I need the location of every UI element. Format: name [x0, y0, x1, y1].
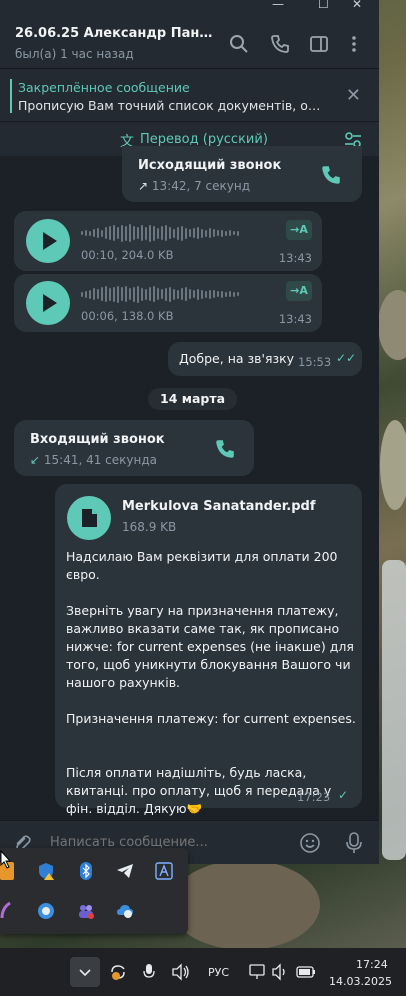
- text-input-icon[interactable]: [155, 862, 173, 880]
- chat-title[interactable]: 26.06.25 Александр Панасенк...: [15, 26, 220, 41]
- network-icon[interactable]: [248, 963, 268, 981]
- wallpaper-waterfall: [382, 560, 406, 860]
- voice-meta: 00:06, 138.0 KB: [81, 309, 174, 323]
- voice-message[interactable]: 00:10, 204.0 KB →A 13:43: [14, 211, 322, 271]
- phone-icon[interactable]: [270, 34, 290, 54]
- wallpaper-rock: [380, 420, 406, 510]
- bluetooth-icon[interactable]: [77, 862, 95, 880]
- call-detail-row: ↙ 15:41, 41 секунда: [30, 453, 157, 467]
- teams-icon[interactable]: [77, 902, 95, 920]
- telegram-window: — ☐ ✕ 26.06.25 Александр Панасенк... был…: [0, 0, 379, 864]
- search-icon[interactable]: [229, 34, 249, 54]
- telegram-icon[interactable]: [116, 862, 134, 880]
- pinned-message[interactable]: Закреплённое сообщение Прописую Вам точн…: [0, 68, 379, 121]
- wallpaper-rock: [378, 290, 406, 360]
- close-button[interactable]: ✕: [352, 0, 362, 11]
- chat-messages[interactable]: Исходящий звонок ↗ 13:42, 7 секунд 00:10…: [0, 146, 379, 820]
- play-button[interactable]: [26, 281, 70, 325]
- play-button[interactable]: [26, 219, 70, 263]
- voice-meta: 00:10, 204.0 KB: [81, 248, 174, 262]
- more-vertical-icon[interactable]: [344, 34, 364, 54]
- window-titlebar: — ☐ ✕: [0, 0, 379, 12]
- transcribe-button[interactable]: →A: [286, 220, 312, 240]
- file-name[interactable]: Merkulova Sanatander.pdf: [122, 499, 316, 514]
- chevron-up-icon: [79, 969, 91, 977]
- transcribe-button[interactable]: →A: [286, 281, 312, 301]
- microphone-icon[interactable]: [344, 831, 364, 855]
- security-warning-icon[interactable]: [37, 862, 55, 880]
- pinned-title: Закреплённое сообщение: [18, 80, 190, 95]
- pinned-indicator: [10, 79, 12, 113]
- tray-overflow-popup: [0, 848, 188, 934]
- wallpaper-rock: [170, 860, 320, 950]
- call-detail: 13:42, 7 секунд: [151, 179, 251, 193]
- message-time: 17:23: [297, 790, 331, 804]
- read-checkmark-icon: ✓: [338, 788, 349, 802]
- outgoing-file-message[interactable]: Merkulova Sanatander.pdf 168.9 KB Надсил…: [55, 484, 362, 816]
- message-text: Надсилаю Вам реквізити для оплати 200 єв…: [66, 549, 356, 816]
- date-separator: 14 марта: [148, 388, 238, 410]
- message-time: 13:43: [278, 251, 312, 265]
- minimize-button[interactable]: —: [272, 0, 284, 11]
- microphone-icon[interactable]: [143, 962, 155, 982]
- taskbar: РУС 17:24 14.03.2025: [0, 948, 406, 996]
- clock-date[interactable]: 14.03.2025: [329, 975, 392, 988]
- volume-icon[interactable]: [171, 963, 191, 981]
- incoming-call-message[interactable]: Входящий звонок ↙ 15:41, 41 секунда: [14, 420, 254, 476]
- sidebar-toggle-icon[interactable]: [309, 34, 329, 54]
- phone-icon[interactable]: [320, 164, 342, 186]
- voice-waveform[interactable]: [81, 284, 239, 304]
- call-detail-row: ↗ 13:42, 7 секунд: [138, 179, 250, 193]
- emoji-icon[interactable]: [299, 832, 321, 854]
- file-size: 168.9 KB: [122, 520, 177, 534]
- feather-icon[interactable]: [0, 901, 12, 920]
- message-time: 15:53: [298, 355, 332, 369]
- voice-waveform[interactable]: [81, 223, 239, 243]
- chat-header: 26.06.25 Александр Панасенк... был(а) 1 …: [0, 12, 379, 68]
- voice-message[interactable]: 00:06, 138.0 KB →A 13:43: [14, 274, 322, 332]
- sync-warning-icon[interactable]: [108, 962, 128, 982]
- outgoing-text-message[interactable]: Добре, на зв'язку 15:53 ✓✓: [168, 342, 362, 376]
- outgoing-arrow-icon: ↗: [138, 179, 149, 193]
- chat-status: был(а) 1 час назад: [15, 47, 134, 61]
- battery-icon[interactable]: [295, 963, 317, 981]
- input-language[interactable]: РУС: [208, 966, 229, 979]
- outgoing-call-message[interactable]: Исходящий звонок ↗ 13:42, 7 секунд: [122, 146, 362, 202]
- message-text: Добре, на зв'язку: [179, 351, 295, 366]
- close-icon[interactable]: ✕: [346, 87, 361, 105]
- maximize-button[interactable]: ☐: [318, 0, 329, 11]
- read-checkmarks-icon: ✓✓: [336, 351, 357, 365]
- message-time: 13:43: [278, 312, 312, 326]
- volume-icon[interactable]: [271, 963, 289, 981]
- show-hidden-icons-button[interactable]: [70, 957, 100, 987]
- call-detail: 15:41, 41 секунда: [43, 453, 158, 467]
- call-title: Исходящий звонок: [138, 158, 282, 173]
- translate-label[interactable]: Перевод (русский): [140, 132, 268, 147]
- clock-time[interactable]: 17:24: [356, 958, 388, 971]
- call-title: Входящий звонок: [30, 432, 165, 447]
- cloud-sync-icon[interactable]: [116, 902, 134, 920]
- browser-icon[interactable]: [37, 902, 55, 920]
- incoming-arrow-icon: ↙: [30, 453, 41, 467]
- mouse-cursor-icon: [0, 850, 12, 869]
- file-icon[interactable]: [67, 496, 111, 540]
- phone-icon[interactable]: [214, 438, 236, 460]
- pinned-text: Прописую Вам точний список документів, о…: [18, 98, 323, 113]
